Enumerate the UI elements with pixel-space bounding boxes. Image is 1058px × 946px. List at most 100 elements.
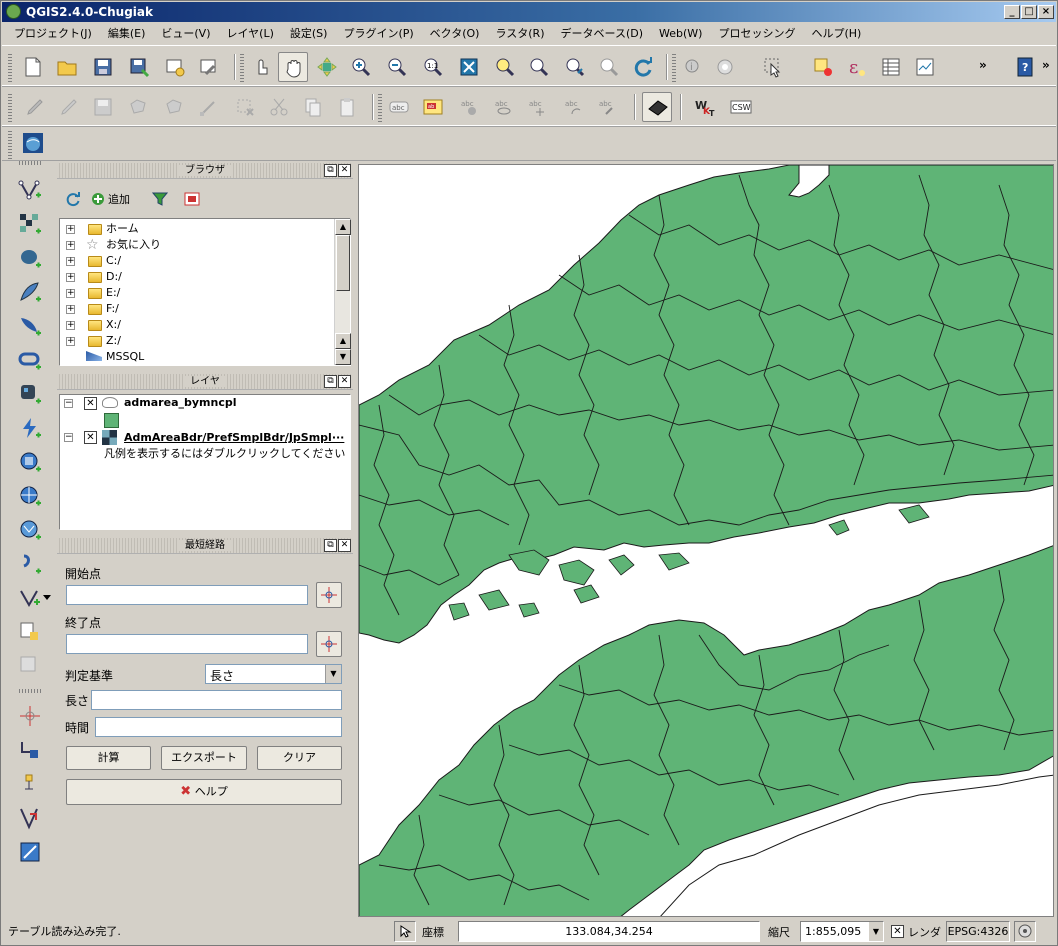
chevron-down-icon[interactable]: ▼ (869, 922, 883, 941)
time-output[interactable] (95, 717, 342, 737)
help-button[interactable]: ✖ ヘルプ (66, 779, 342, 805)
refresh-button[interactable] (628, 52, 658, 82)
select-features-button[interactable] (758, 52, 788, 82)
attribute-table-button[interactable] (876, 52, 906, 82)
coordinate-capture-button[interactable] (15, 769, 45, 799)
messages-button[interactable] (1014, 921, 1036, 942)
tree-item-favorites[interactable]: + ☆ お気に入り (62, 237, 334, 253)
add-layer-button[interactable]: 追加 (91, 191, 130, 207)
pick-start-point-button[interactable] (316, 582, 342, 608)
current-edits-button[interactable] (20, 92, 50, 122)
scroll-down-button[interactable]: ▼ (335, 349, 351, 365)
panel-float-button[interactable]: ⧉ (324, 539, 337, 552)
node-tool-button[interactable] (194, 92, 224, 122)
chevron-down-icon[interactable]: ▼ (325, 665, 341, 683)
wkt-button[interactable]: WKT (690, 92, 720, 122)
tree-item-e-drive[interactable]: + E:/ (62, 285, 334, 301)
toolbar-overflow[interactable]: » (979, 58, 987, 72)
pan-to-selection-button[interactable] (312, 52, 342, 82)
zoom-native-button[interactable]: 1:1 (418, 52, 448, 82)
minimize-button[interactable]: _ (1004, 5, 1020, 19)
menu-database[interactable]: データベース(D) (553, 23, 652, 45)
collapse-toggle[interactable]: − (64, 433, 73, 442)
toolbar-grip[interactable] (8, 52, 12, 82)
menu-help[interactable]: ヘルプ(H) (803, 23, 869, 45)
layer-name-admareabdr[interactable]: AdmAreaBdr/PrefSmplBdr/JpSmpl··· (124, 431, 344, 444)
layer-name-admarea[interactable]: admarea_bymncpl (124, 396, 237, 409)
close-button[interactable]: × (1038, 5, 1054, 19)
menu-edit[interactable]: 編集(E) (100, 23, 154, 45)
criterion-select[interactable]: 長さ ▼ (205, 664, 342, 684)
render-checkbox[interactable]: ✕ (891, 925, 904, 938)
toolbar-grip[interactable] (19, 689, 41, 693)
zoom-to-selection-button[interactable] (490, 52, 520, 82)
zoom-last-button[interactable] (560, 52, 590, 82)
move-label-button[interactable]: abc (522, 92, 552, 122)
layer-visibility-checkbox[interactable]: ✕ (84, 431, 97, 444)
add-feature-button[interactable] (124, 92, 154, 122)
filter-funnel-icon[interactable] (152, 191, 168, 207)
save-layer-edits-button[interactable] (88, 92, 118, 122)
add-raster-layer-button[interactable] (15, 209, 45, 239)
collapse-toggle[interactable]: − (64, 399, 73, 408)
tree-item-home[interactable]: + ホーム (62, 221, 334, 237)
export-button[interactable]: エクスポート (161, 746, 247, 770)
add-wcs-layer-button[interactable] (15, 481, 45, 511)
length-output[interactable] (91, 690, 342, 710)
zoom-in-button[interactable] (346, 52, 376, 82)
coordinate-toggle-button[interactable] (394, 921, 416, 942)
browser-scrollbar[interactable]: ▲ ▲ ▼ (334, 219, 351, 365)
geometry-checker-button[interactable] (15, 735, 45, 765)
copy-features-button[interactable] (298, 92, 328, 122)
coordinate-field[interactable]: 133.084,34.254 (458, 921, 760, 942)
rotate-label-button[interactable]: abc (558, 92, 588, 122)
add-start-point-tool[interactable] (15, 701, 45, 731)
new-print-composer-button[interactable] (160, 52, 190, 82)
help-contents-button[interactable]: ? (1010, 52, 1040, 82)
move-feature-button[interactable] (160, 92, 190, 122)
menu-project[interactable]: プロジェクト(J) (6, 23, 100, 45)
add-delimited-text-button[interactable] (15, 413, 45, 443)
scroll-up-button-2[interactable]: ▲ (335, 333, 351, 349)
toggle-editing-button[interactable] (54, 92, 84, 122)
refresh-icon[interactable] (65, 191, 81, 207)
add-db2-layer-button[interactable] (15, 379, 45, 409)
menu-raster[interactable]: ラスタ(R) (487, 23, 552, 45)
end-point-input[interactable] (66, 634, 308, 654)
toolbar-grip[interactable] (8, 92, 12, 122)
add-postgis-layer-button[interactable] (15, 243, 45, 273)
identify-features-button[interactable]: i (678, 52, 708, 82)
menu-processing[interactable]: プロセッシング (710, 23, 803, 45)
open-project-button[interactable] (52, 52, 82, 82)
cut-features-button[interactable] (264, 92, 294, 122)
panel-close-button[interactable]: ✕ (338, 375, 351, 388)
add-mssql-layer-button[interactable] (15, 311, 45, 341)
panel-close-button[interactable]: ✕ (338, 539, 351, 552)
crs-button[interactable]: EPSG:4326 (946, 921, 1010, 942)
menu-view[interactable]: ビュー(V) (153, 23, 218, 45)
map-canvas[interactable] (358, 164, 1054, 917)
toolbar-grip[interactable] (378, 92, 382, 122)
tree-item-d-drive[interactable]: + D:/ (62, 269, 334, 285)
zoom-out-button[interactable] (382, 52, 412, 82)
panel-close-button[interactable]: ✕ (338, 164, 351, 177)
layer-visibility-checkbox[interactable]: ✕ (84, 397, 97, 410)
scroll-thumb[interactable] (336, 235, 350, 291)
calculate-button[interactable]: 計算 (66, 746, 151, 770)
toolbar-grip[interactable] (8, 129, 12, 159)
properties-icon[interactable] (184, 191, 200, 207)
new-project-button[interactable] (18, 52, 48, 82)
maximize-button[interactable]: □ (1021, 5, 1037, 19)
geometry-snapper-button[interactable] (15, 803, 45, 833)
georeferencer-button[interactable] (15, 837, 45, 867)
add-virtual-layer-button[interactable] (15, 549, 45, 579)
pan-map-button[interactable] (278, 52, 308, 82)
clear-button[interactable]: クリア (257, 746, 342, 770)
tree-item-x-drive[interactable]: + X:/ (62, 317, 334, 333)
add-wfs-layer-button[interactable] (15, 515, 45, 545)
menu-settings[interactable]: 設定(S) (282, 23, 336, 45)
tree-item-mssql[interactable]: MSSQL (62, 349, 334, 365)
add-vector-layer-button[interactable] (15, 175, 45, 205)
add-oracle-layer-button[interactable] (15, 345, 45, 375)
statistical-summary-button[interactable] (910, 52, 940, 82)
